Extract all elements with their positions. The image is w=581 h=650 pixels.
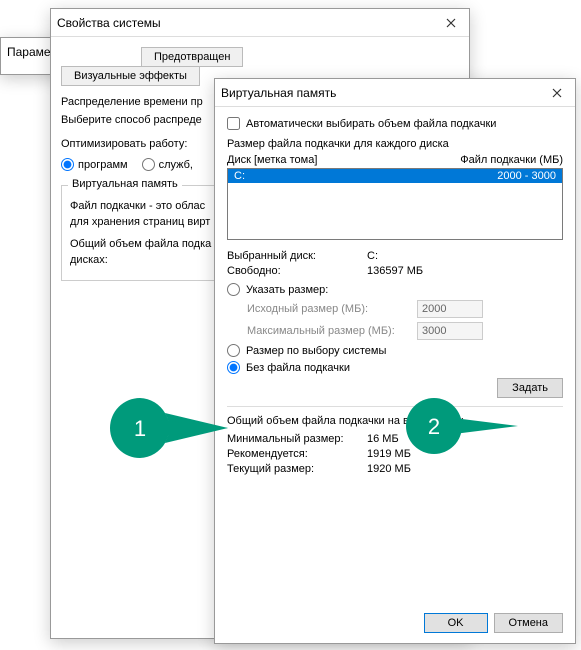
radio-services[interactable]: служб, [142, 158, 193, 171]
close-icon[interactable] [545, 84, 569, 102]
virtual-memory-window: Виртуальная память Автоматически выбират… [214, 78, 576, 644]
tab-prevention[interactable]: Предотвращен [141, 47, 243, 67]
selected-disk-row: Выбранный диск: C: [227, 250, 563, 262]
disk-row-selected[interactable]: C: 2000 - 3000 [228, 169, 562, 183]
window-title: Виртуальная память [221, 86, 545, 100]
initial-size-input[interactable] [417, 300, 483, 318]
radio-custom-input[interactable] [227, 283, 240, 296]
free-label: Свободно: [227, 265, 367, 277]
cur-label: Текущий размер: [227, 463, 367, 475]
max-size-label: Максимальный размер (МБ): [247, 325, 417, 337]
radio-services-label: служб, [159, 159, 193, 171]
callout-1: 1 [110, 398, 230, 458]
radio-system-input[interactable] [227, 344, 240, 357]
radio-system-label: Размер по выбору системы [246, 345, 386, 357]
radio-none-label: Без файла подкачки [246, 362, 350, 374]
callout-2: 2 [404, 396, 524, 456]
callout-number: 1 [134, 416, 146, 441]
current-size-row: Текущий размер: 1920 МБ [227, 463, 563, 475]
radio-custom-label: Указать размер: [246, 284, 328, 296]
close-icon[interactable] [439, 14, 463, 32]
titlebar: Свойства системы [51, 9, 469, 37]
radio-programs-input[interactable] [61, 158, 74, 171]
window-title: Свойства системы [57, 16, 439, 30]
disk-list[interactable]: C: 2000 - 3000 [227, 168, 563, 240]
tab-row-1: Предотвращен [61, 47, 459, 67]
radio-programs-label: программ [78, 159, 128, 171]
max-size-row: Максимальный размер (МБ): [247, 322, 563, 340]
radio-none-input[interactable] [227, 361, 240, 374]
min-label: Минимальный размер: [227, 433, 367, 445]
titlebar: Виртуальная память [215, 79, 575, 107]
free-space-row: Свободно: 136597 МБ [227, 265, 563, 277]
selected-disk-value: C: [367, 250, 378, 262]
size-each-disk-label: Размер файла подкачки для каждого диска [227, 138, 563, 150]
disk-pagefile-value: 2000 - 3000 [497, 170, 556, 182]
auto-manage-input[interactable] [227, 117, 240, 130]
selected-disk-label: Выбранный диск: [227, 250, 367, 262]
initial-size-label: Исходный размер (МБ): [247, 303, 417, 315]
col-disk: Диск [метка тома] [227, 154, 460, 166]
radio-system-managed[interactable]: Размер по выбору системы [227, 344, 563, 357]
initial-size-row: Исходный размер (МБ): [247, 300, 563, 318]
radio-programs[interactable]: программ [61, 158, 128, 171]
disk-list-header: Диск [метка тома] Файл подкачки (МБ) [227, 154, 563, 166]
auto-manage-checkbox[interactable]: Автоматически выбирать объем файла подка… [227, 117, 563, 130]
radio-no-pagefile[interactable]: Без файла подкачки [227, 361, 563, 374]
col-pagefile: Файл подкачки (МБ) [460, 154, 563, 166]
radio-services-input[interactable] [142, 158, 155, 171]
dialog-buttons: OK Отмена [424, 613, 563, 633]
callout-number: 2 [428, 414, 440, 439]
cancel-button[interactable]: Отмена [494, 613, 563, 633]
max-size-input[interactable] [417, 322, 483, 340]
ok-button[interactable]: OK [424, 613, 488, 633]
radio-custom-size[interactable]: Указать размер: [227, 283, 563, 296]
rec-label: Рекомендуется: [227, 448, 367, 460]
tab-visual-effects[interactable]: Визуальные эффекты [61, 66, 200, 86]
min-value: 16 МБ [367, 433, 399, 445]
cur-value: 1920 МБ [367, 463, 411, 475]
free-value: 136597 МБ [367, 265, 423, 277]
vm-legend: Виртуальная память [68, 178, 182, 190]
auto-manage-label: Автоматически выбирать объем файла подка… [246, 118, 496, 130]
disk-name: C: [234, 170, 497, 182]
set-button[interactable]: Задать [497, 378, 563, 398]
